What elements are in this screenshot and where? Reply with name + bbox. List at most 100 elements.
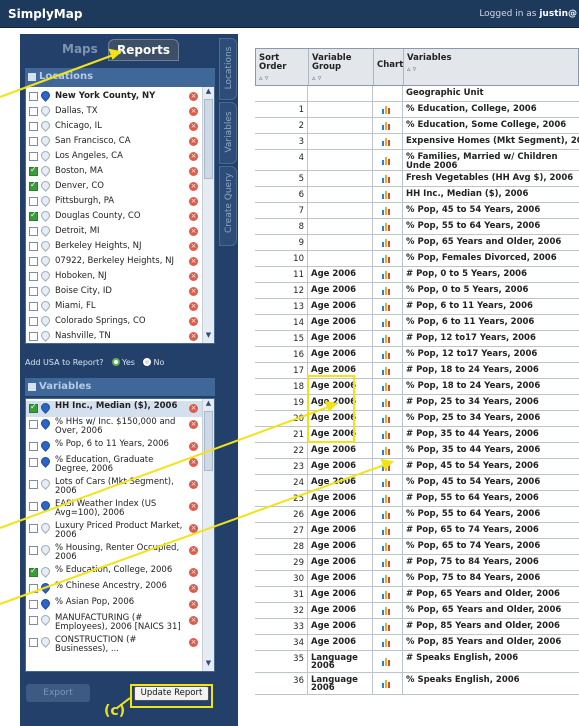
location-checkbox[interactable]	[29, 137, 38, 146]
bar-chart-icon[interactable]	[382, 543, 391, 551]
bar-chart-icon[interactable]	[382, 479, 391, 487]
remove-icon[interactable]: ×	[189, 546, 198, 555]
table-row[interactable]: 17 Age 2006 # Pop, 18 to 24 Years, 2006	[255, 363, 579, 379]
table-row[interactable]: 36 Language 2006 % Speaks English, 2006	[255, 673, 579, 695]
scroll-up-icon[interactable]: ▲	[204, 87, 213, 97]
bar-chart-icon[interactable]	[382, 287, 391, 295]
remove-icon[interactable]: ×	[189, 137, 198, 146]
scroll-up-icon[interactable]: ▲	[204, 399, 213, 409]
variable-item[interactable]: EASI Weather Index (US Avg=100), 2006 ×	[26, 499, 202, 521]
scroll-down-icon[interactable]: ▼	[204, 331, 213, 341]
location-item[interactable]: 07922, Berkeley Heights, NJ ×	[26, 254, 202, 269]
location-item[interactable]: San Francisco, CA ×	[26, 134, 202, 149]
variable-item[interactable]: Luxury Priced Product Market, 2006 ×	[26, 521, 202, 543]
variable-checkbox[interactable]	[29, 420, 38, 429]
location-item[interactable]: Detroit, MI ×	[26, 224, 202, 239]
variable-group-header[interactable]: Variable Group ▵ ▿	[309, 49, 374, 85]
bar-chart-icon[interactable]	[382, 255, 391, 263]
table-row[interactable]: 12 Age 2006 % Pop, 0 to 5 Years, 2006	[255, 283, 579, 299]
remove-icon[interactable]: ×	[189, 302, 198, 311]
side-tab-locations[interactable]: Locations	[219, 38, 237, 100]
bar-chart-icon[interactable]	[382, 575, 391, 583]
location-checkbox[interactable]	[29, 210, 38, 221]
table-row[interactable]: 18 Age 2006% Pop, 18 to 24 Years, 2006	[255, 379, 579, 395]
location-checkbox[interactable]	[29, 122, 38, 131]
remove-icon[interactable]: ×	[189, 442, 198, 451]
table-row[interactable]: 13 Age 2006 # Pop, 6 to 11 Years, 2006	[255, 299, 579, 315]
table-row[interactable]: 28 Age 2006 % Pop, 65 to 74 Years, 2006	[255, 539, 579, 555]
bar-chart-icon[interactable]	[382, 431, 391, 439]
table-row[interactable]: 15 Age 2006 # Pop, 12 to17 Years, 2006	[255, 331, 579, 347]
table-row[interactable]: 34 Age 2006 % Pop, 85 Years and Older, 200…	[255, 635, 579, 651]
table-row[interactable]: 25 Age 2006 # Pop, 55 to 64 Years, 2006	[255, 491, 579, 507]
remove-icon[interactable]: ×	[189, 568, 198, 577]
remove-icon[interactable]: ×	[189, 107, 198, 116]
table-row[interactable]: 14 Age 2006 % Pop, 6 to 11 Years, 2006	[255, 315, 579, 331]
table-row[interactable]: 29 Age 2006 # Pop, 75 to 84 Years, 2006	[255, 555, 579, 571]
remove-icon[interactable]: ×	[189, 197, 198, 206]
variable-checkbox[interactable]	[29, 402, 38, 413]
location-item[interactable]: Chicago, IL ×	[26, 119, 202, 134]
sort-order-header[interactable]: Sort Order ▵ ▿	[256, 49, 309, 85]
bar-chart-icon[interactable]	[382, 447, 391, 455]
variable-checkbox[interactable]	[29, 502, 38, 511]
remove-icon[interactable]: ×	[189, 272, 198, 281]
sort-arrows-icon[interactable]: ▵ ▿	[407, 65, 578, 74]
bar-chart-icon[interactable]	[382, 559, 391, 567]
remove-icon[interactable]: ×	[189, 257, 198, 266]
remove-icon[interactable]: ×	[189, 167, 198, 176]
variable-checkbox[interactable]	[29, 584, 38, 593]
table-row[interactable]: 3 Expensive Homes (Mkt Segment), 200	[255, 134, 579, 150]
location-item[interactable]: Denver, CO ×	[26, 179, 202, 194]
location-item[interactable]: Boise City, ID ×	[26, 284, 202, 299]
variables-scrollbar[interactable]: ▲ ▼	[202, 399, 214, 671]
bar-chart-icon[interactable]	[382, 680, 391, 688]
location-checkbox[interactable]	[29, 152, 38, 161]
location-item[interactable]: New York County, NY ×	[26, 89, 202, 104]
variable-item[interactable]: HH Inc., Median ($), 2006 ×	[26, 401, 202, 417]
remove-icon[interactable]: ×	[189, 600, 198, 609]
location-checkbox[interactable]	[29, 92, 38, 101]
bar-chart-icon[interactable]	[382, 207, 391, 215]
location-checkbox[interactable]	[29, 302, 38, 311]
remove-icon[interactable]: ×	[189, 227, 198, 236]
scroll-down-icon[interactable]: ▼	[204, 659, 213, 669]
bar-chart-icon[interactable]	[382, 122, 391, 130]
scroll-thumb[interactable]	[204, 411, 213, 471]
remove-icon[interactable]: ×	[189, 92, 198, 101]
table-row[interactable]: 33 Age 2006 # Pop, 85 Years and Older, 200…	[255, 619, 579, 635]
remove-icon[interactable]: ×	[189, 616, 198, 625]
remove-icon[interactable]: ×	[189, 317, 198, 326]
table-row[interactable]: 32 Age 2006 % Pop, 65 Years and Older, 200…	[255, 603, 579, 619]
table-row[interactable]: 35 Language 2006 # Speaks English, 2006	[255, 651, 579, 673]
location-item[interactable]: Los Angeles, CA ×	[26, 149, 202, 164]
location-item[interactable]: Hoboken, NJ ×	[26, 269, 202, 284]
table-row[interactable]: 26 Age 2006 % Pop, 55 to 64 Years, 2006	[255, 507, 579, 523]
location-item[interactable]: Berkeley Heights, NJ ×	[26, 239, 202, 254]
variable-checkbox[interactable]	[29, 638, 38, 647]
table-row[interactable]: 27 Age 2006 # Pop, 65 to 74 Years, 2006	[255, 523, 579, 539]
remove-icon[interactable]: ×	[189, 404, 198, 413]
location-item[interactable]: Miami, FL ×	[26, 299, 202, 314]
bar-chart-icon[interactable]	[382, 106, 391, 114]
table-row[interactable]: 30 Age 2006 % Pop, 75 to 84 Years, 2006	[255, 571, 579, 587]
bar-chart-icon[interactable]	[382, 591, 391, 599]
sort-arrows-icon[interactable]: ▵ ▿	[312, 74, 371, 83]
location-item[interactable]: Nashville, TN ×	[26, 329, 202, 344]
bar-chart-icon[interactable]	[382, 367, 391, 375]
bar-chart-icon[interactable]	[382, 415, 391, 423]
bar-chart-icon[interactable]	[382, 639, 391, 647]
export-button[interactable]: Export	[26, 684, 90, 702]
location-checkbox[interactable]	[29, 332, 38, 341]
remove-icon[interactable]: ×	[189, 458, 198, 467]
table-row[interactable]: 8 % Pop, 55 to 64 Years, 2006	[255, 219, 579, 235]
usa-yes-radio[interactable]	[112, 358, 121, 366]
remove-icon[interactable]: ×	[189, 524, 198, 533]
table-row[interactable]: 4 % Families, Married w/ Children Unde 20…	[255, 150, 579, 171]
table-row[interactable]: 23 Age 2006 # Pop, 45 to 54 Years, 2006	[255, 459, 579, 475]
location-checkbox[interactable]	[29, 317, 38, 326]
table-row[interactable]: 1 % Education, College, 2006	[255, 102, 579, 118]
bar-chart-icon[interactable]	[382, 527, 391, 535]
bar-chart-icon[interactable]	[382, 191, 391, 199]
variable-item[interactable]: Lots of Cars (Mkt Segment), 2006 ×	[26, 477, 202, 499]
